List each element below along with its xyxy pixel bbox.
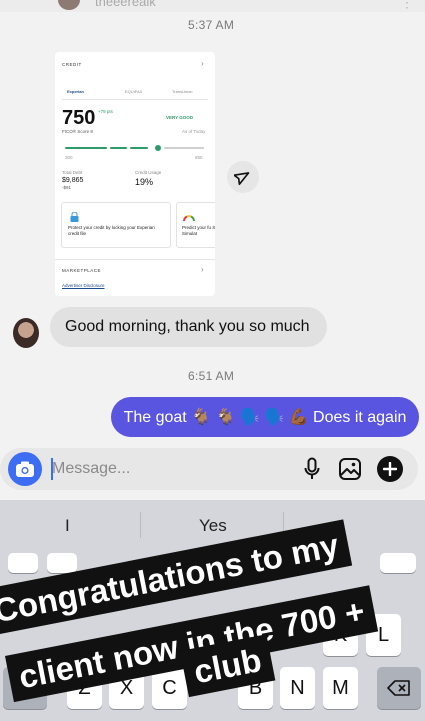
- plus-icon: [383, 462, 397, 476]
- sender-avatar[interactable]: [13, 318, 39, 348]
- overlay-line-3: club: [190, 641, 265, 691]
- microphone-button[interactable]: [300, 455, 324, 483]
- bureau-experian: Experian: [67, 89, 84, 94]
- camera-icon: [16, 461, 34, 477]
- score-bar-rest: [164, 147, 204, 149]
- lock-credit-card[interactable]: Protect your credit by locking your Expe…: [61, 202, 171, 248]
- credit-usage-label: Credit Usage: [135, 170, 162, 175]
- outgoing-message-text: The goat 🐐 🐐 🗣️ 🗣️ 💪🏾 Does it again: [123, 409, 407, 426]
- predict-score-text: Predict your fu Score Simulat: [182, 225, 215, 237]
- credit-score: 750: [62, 107, 96, 129]
- credit-label: CREDIT: [62, 62, 82, 67]
- username-top[interactable]: theeerealk: [95, 0, 156, 9]
- add-button[interactable]: [377, 456, 403, 482]
- chevron-right-icon: ›: [201, 59, 204, 68]
- score-change: +79 pts: [98, 109, 113, 114]
- fico-label: FICO® Score 8: [62, 129, 93, 134]
- score-rating: VERY GOOD: [166, 115, 194, 120]
- range-max: 850: [195, 155, 203, 160]
- total-debt-value: $9,865: [62, 177, 84, 184]
- more-icon[interactable]: ⋮: [400, 0, 414, 11]
- story-text-overlay: Congratulations to my client now in the …: [0, 506, 425, 721]
- score-indicator: [155, 145, 161, 151]
- chevron-right-icon: ›: [201, 265, 204, 274]
- as-of-date: As of Today: [182, 129, 206, 134]
- advertiser-disclosure-link[interactable]: Advertiser Disclosure: [62, 283, 105, 288]
- gallery-button[interactable]: [337, 456, 363, 482]
- score-bar-segment: [65, 147, 107, 149]
- share-button[interactable]: [227, 161, 259, 193]
- marketplace-label: MARKETPLACE: [62, 268, 102, 273]
- image-icon: [339, 458, 361, 480]
- send-icon: [234, 172, 250, 186]
- bureau-transunion: TransUnion: [172, 89, 193, 94]
- divider: [62, 99, 208, 100]
- score-bar-segment: [130, 147, 148, 149]
- total-debt-label: Total Debt: [62, 170, 83, 175]
- credit-usage-value: 19%: [135, 177, 154, 187]
- incoming-message-bubble[interactable]: Good morning, thank you so much: [50, 307, 327, 347]
- shared-image-message[interactable]: CREDIT › Experian EQUIFAX TransUnion 750…: [55, 52, 215, 296]
- lock-icon: [70, 209, 79, 222]
- lock-credit-text: Protect your credit by locking your Expe…: [68, 225, 155, 237]
- camera-button[interactable]: [8, 452, 42, 486]
- outgoing-message-bubble[interactable]: The goat 🐐 🐐 🗣️ 🗣️ 💪🏾 Does it again: [111, 397, 419, 437]
- total-debt-change: -$91: [62, 185, 72, 190]
- predict-score-card[interactable]: Predict your fu Score Simulat: [176, 202, 215, 248]
- timestamp: 6:51 AM: [188, 369, 235, 383]
- range-min: 300: [65, 155, 73, 160]
- message-input[interactable]: [52, 456, 252, 482]
- score-bar-segment: [110, 147, 127, 149]
- bureau-equifax: EQUIFAX: [125, 89, 143, 94]
- timestamp: 5:37 AM: [188, 18, 235, 32]
- incoming-message-text: Good morning, thank you so much: [65, 318, 310, 335]
- microphone-icon: [304, 457, 320, 479]
- divider: [55, 259, 215, 260]
